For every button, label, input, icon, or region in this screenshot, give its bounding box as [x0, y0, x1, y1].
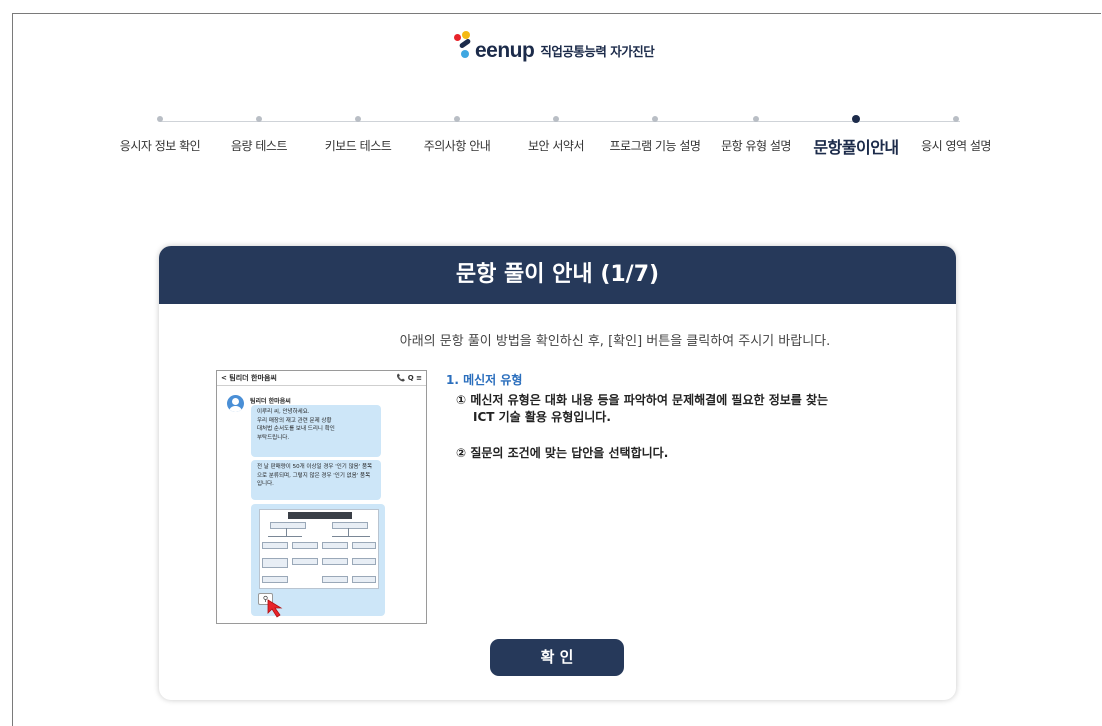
section-title: 1. 메신저 유형: [446, 373, 523, 387]
step-dot-active: [852, 115, 860, 123]
chat-bubble: 전 날 판매량이 50개 이상일 경우 '인기 많음' 품목으로 분류되며, 그…: [251, 460, 381, 500]
step-dot: [553, 116, 559, 122]
logo-dots-icon: [452, 28, 474, 62]
chat-header-icons: 📞 Q ≡: [396, 374, 422, 382]
chat-sender-name: 팀리더 한마음씨: [250, 398, 291, 405]
instruction-item-1: ① 메신저 유형은 대화 내용 등을 파악하여 문제해결에 필요한 정보를 찾는…: [456, 392, 856, 426]
messenger-example-image: < 팀리더 한마음씨 📞 Q ≡ 팀리더 한마음씨 이루리 씨, 안녕하세요. …: [216, 370, 427, 624]
step-dot: [652, 116, 658, 122]
step-dot: [953, 116, 959, 122]
guide-dialog: 문항 풀이 안내 (1/7) 아래의 문항 풀이 방법을 확인하신 후, [확인…: [159, 246, 956, 700]
instruction-item-2: ② 질문의 조건에 맞는 답안을 선택합니다.: [456, 446, 669, 460]
chat-title: < 팀리더 한마음씨: [221, 374, 277, 382]
logo-subtitle: 직업공통능력 자가진단: [540, 44, 655, 59]
step-dot: [753, 116, 759, 122]
avatar-icon: [227, 395, 244, 412]
step-dot: [157, 116, 163, 122]
chat-bubble: 이루리 씨, 안녕하세요. 우리 매장의 재고 관련 문제 상황 대처법 순서도…: [251, 405, 381, 457]
instruction-item-1-line2: ICT 기술 활용 유형입니다.: [473, 410, 611, 424]
chat-bubble-flowchart: ⚲: [251, 504, 385, 618]
step-dot: [454, 116, 460, 122]
step-label: 응시 영역 설명: [921, 139, 991, 153]
confirm-button[interactable]: 확 인: [490, 639, 624, 676]
step-dot: [256, 116, 262, 122]
chat-header: < 팀리더 한마음씨 📞 Q ≡: [217, 371, 426, 386]
instruction-item-1-line1: ① 메신저 유형은 대화 내용 등을 파악하여 문제해결에 필요한 정보를 찾는: [456, 393, 829, 407]
cursor-arrow-icon: [267, 599, 283, 618]
eenup-logo: eenup 직업공통능력 자가진단: [452, 28, 655, 62]
dialog-intro-text: 아래의 문항 풀이 방법을 확인하신 후, [확인] 버튼을 클릭하여 주시기 …: [399, 334, 831, 349]
dialog-title: 문항 풀이 안내 (1/7): [159, 246, 956, 304]
step-dot: [355, 116, 361, 122]
step-test-areas: 응시 영역 설명: [896, 116, 1016, 154]
logo-brand: eenup: [475, 39, 535, 62]
flowchart-image: [259, 509, 379, 589]
